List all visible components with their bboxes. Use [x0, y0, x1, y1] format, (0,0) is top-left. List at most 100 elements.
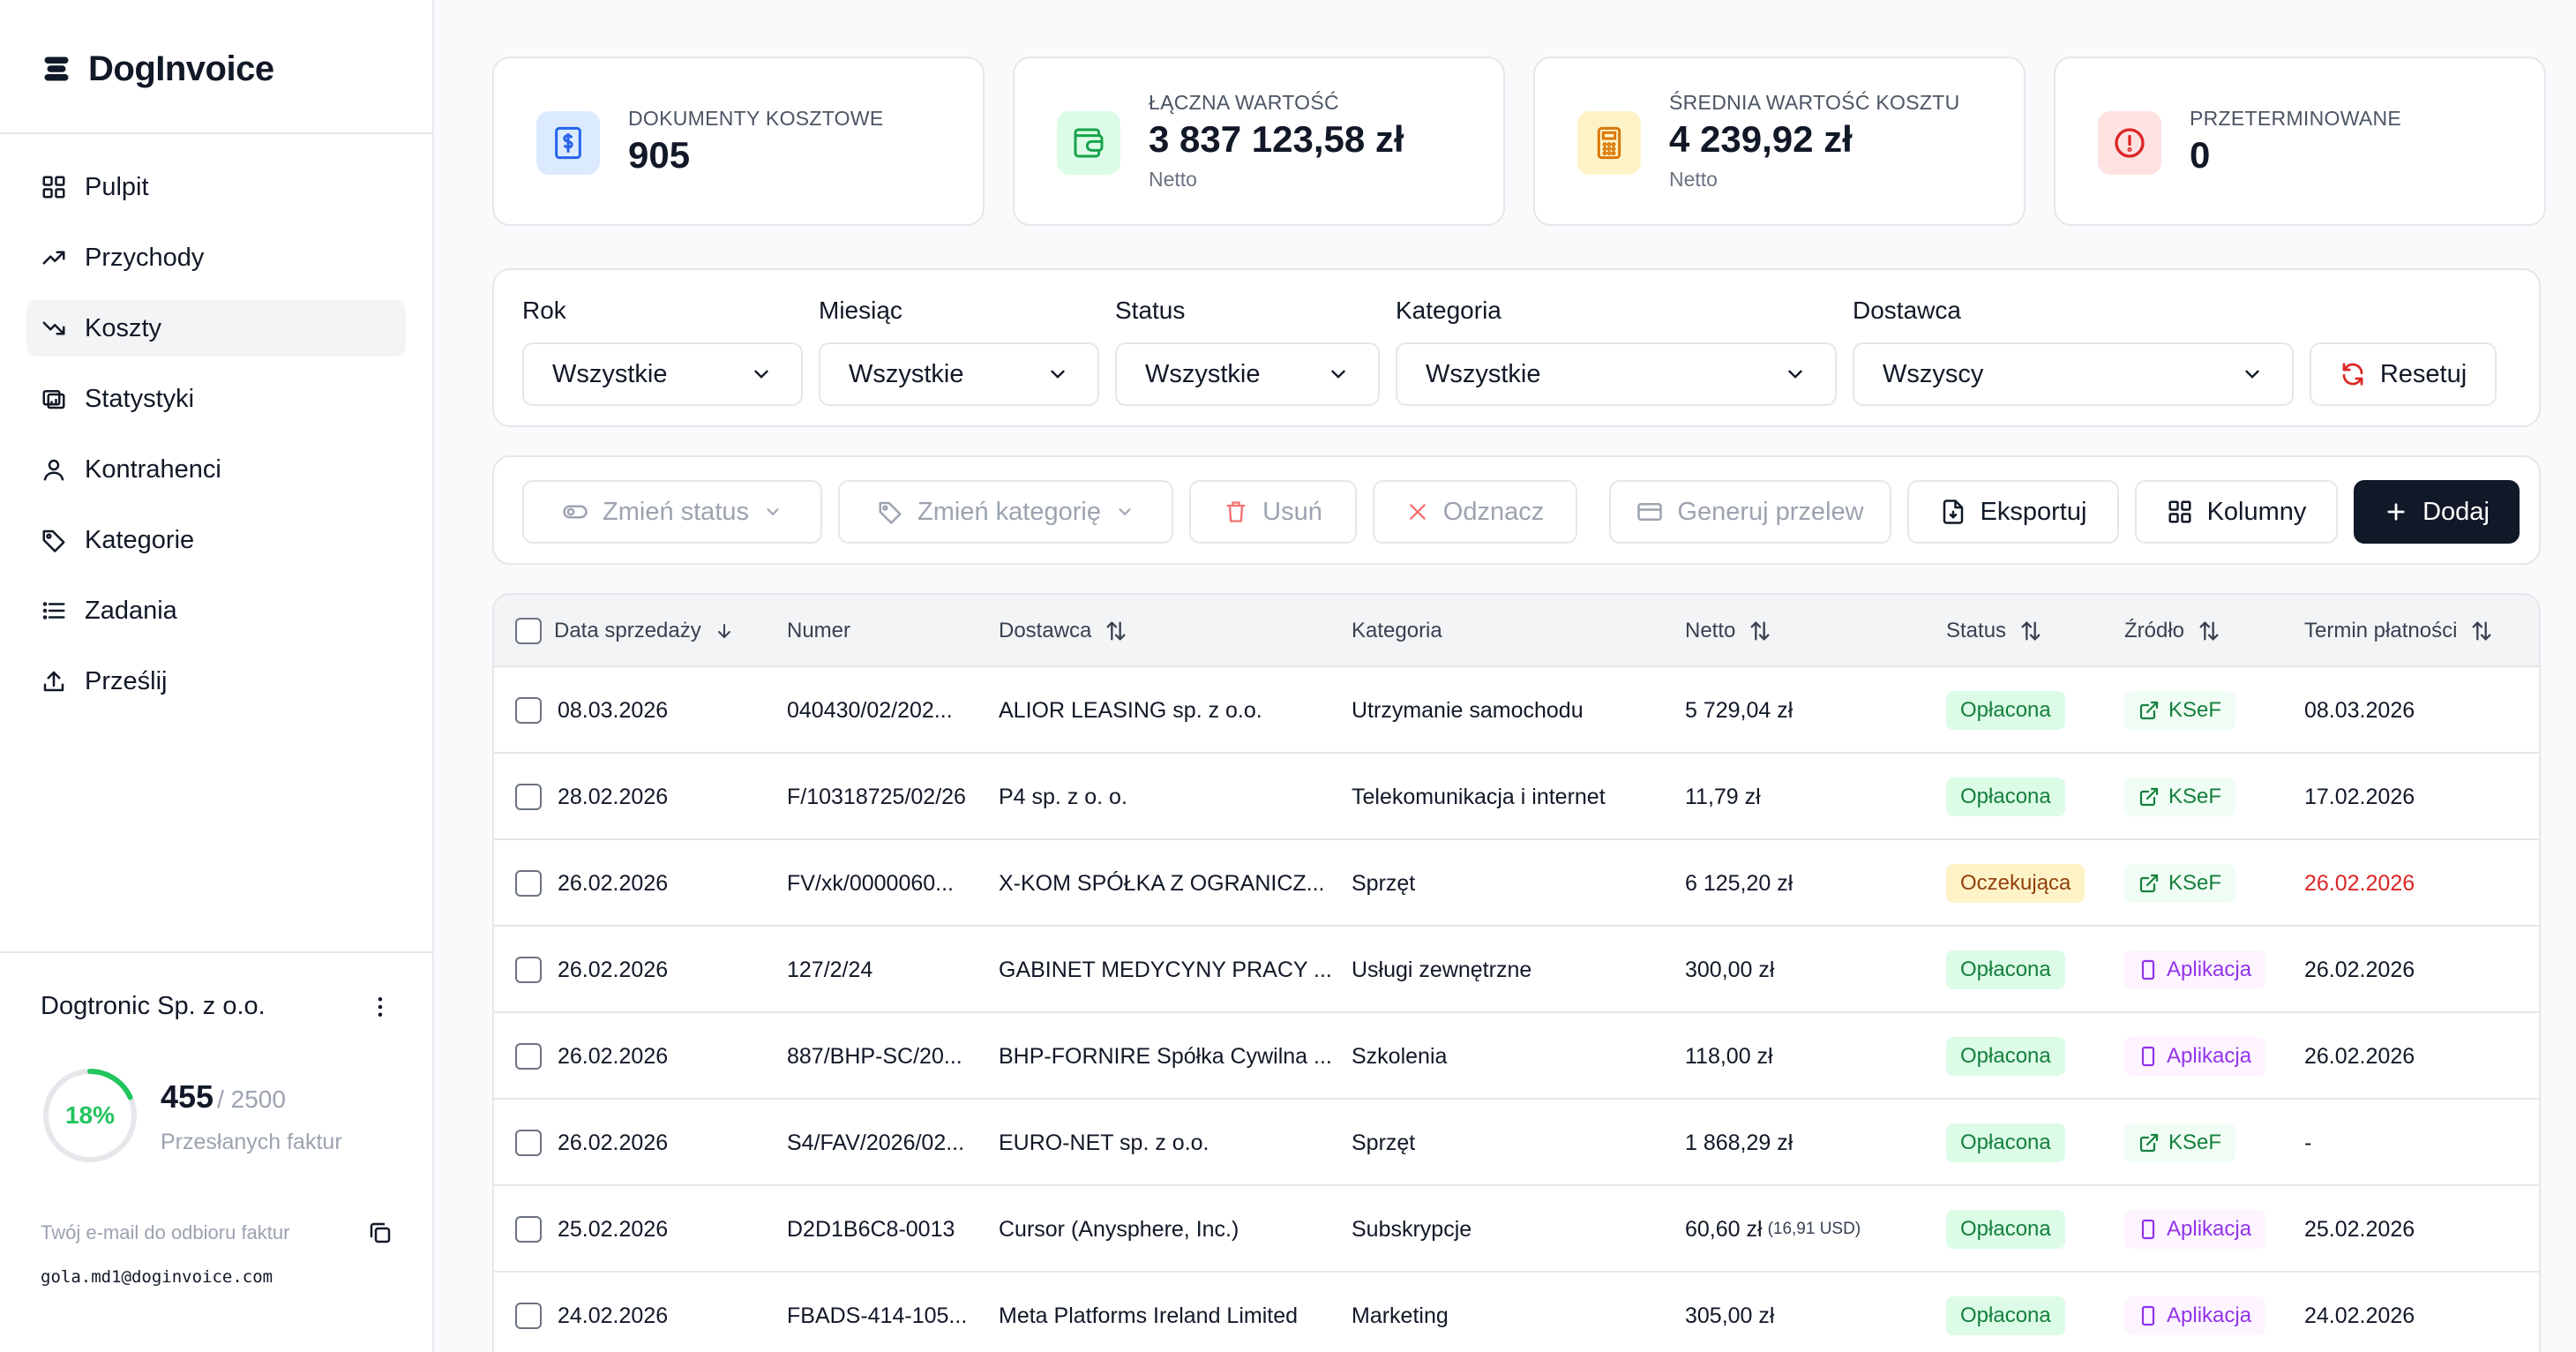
sidebar-nav: Pulpit Przychody Koszty Statystyki Kontr…	[26, 159, 406, 724]
plus-icon	[2387, 503, 2405, 521]
sidebar-item-przychody[interactable]: Przychody	[26, 229, 406, 286]
sidebar-item-pulpit[interactable]: Pulpit	[26, 159, 406, 215]
cell-number[interactable]: F/10318725/02/26	[787, 754, 966, 840]
status-badge[interactable]: Opłacona	[1946, 777, 2065, 816]
category-select[interactable]: Wszystkie	[1396, 342, 1837, 406]
row-checkbox[interactable]	[515, 1303, 542, 1329]
sidebar-item-koszty[interactable]: Koszty	[26, 300, 406, 357]
cell-number[interactable]: 040430/02/202...	[787, 667, 953, 754]
change-category-button[interactable]: Zmień kategorię	[838, 480, 1173, 544]
month-select[interactable]: Wszystkie	[819, 342, 1099, 406]
cell-net: 60,60 zł (16,91 USD)	[1685, 1186, 1861, 1273]
add-button[interactable]: Dodaj	[2354, 480, 2520, 544]
source-badge[interactable]: Aplikacja	[2124, 1037, 2266, 1076]
table-row[interactable]: 26.02.2026 887/BHP-SC/20... BHP-FORNIRE Sp…	[494, 1013, 2539, 1100]
change-status-button[interactable]: Zmień status	[522, 480, 822, 544]
copy-icon[interactable]	[367, 1220, 393, 1246]
sidebar-item-przeslij[interactable]: Prześlij	[26, 653, 406, 710]
sidebar-item-label: Koszty	[85, 313, 162, 342]
status-badge[interactable]: Oczekująca	[1946, 864, 2086, 903]
cell-number[interactable]: FV/xk/0000060...	[787, 840, 954, 927]
table-row[interactable]: 24.02.2026 FBADS-414-105... Meta Platforms…	[494, 1273, 2539, 1352]
cell-number[interactable]: 887/BHP-SC/20...	[787, 1013, 962, 1100]
export-button[interactable]: Eksportuj	[1907, 480, 2119, 544]
cell-supplier: ALIOR LEASING sp. z o.o.	[999, 697, 1262, 723]
sidebar-item-kontrahenci[interactable]: Kontrahenci	[26, 441, 406, 498]
cell-net: 305,00 zł	[1685, 1273, 1774, 1352]
status-badge[interactable]: Opłacona	[1946, 1123, 2065, 1162]
status-badge[interactable]: Opłacona	[1946, 950, 2065, 989]
row-checkbox[interactable]	[515, 1043, 542, 1070]
row-checkbox[interactable]	[515, 784, 542, 810]
supplier-select[interactable]: Wszyscy	[1853, 342, 2294, 406]
row-checkbox[interactable]	[515, 957, 542, 983]
status-badge[interactable]: Opłacona	[1946, 691, 2065, 730]
row-checkbox-cell	[515, 754, 542, 840]
cell-number[interactable]: D2D1B6C8-0013	[787, 1186, 955, 1273]
source-badge[interactable]: Aplikacja	[2124, 1296, 2266, 1335]
source-badge[interactable]: Aplikacja	[2124, 950, 2266, 989]
stat-sub: Netto	[1669, 168, 1718, 191]
header-source[interactable]: Źródło	[2124, 595, 2221, 667]
delete-button[interactable]: Usuń	[1189, 480, 1357, 544]
reset-button[interactable]: Resetuj	[2310, 342, 2497, 406]
row-checkbox[interactable]	[515, 1216, 542, 1243]
source-badge[interactable]: KSeF	[2124, 777, 2236, 816]
deselect-button[interactable]: Odznacz	[1373, 480, 1577, 544]
table-row[interactable]: 25.02.2026 D2D1B6C8-0013 Cursor (Anysphere…	[494, 1186, 2539, 1273]
header-net[interactable]: Netto	[1685, 595, 1772, 667]
cell-date: 24.02.2026	[558, 1303, 669, 1328]
generate-transfer-label: Generuj przelew	[1677, 497, 1864, 526]
usage-percent: 18%	[64, 1101, 116, 1129]
cell-number[interactable]: 127/2/24	[787, 927, 872, 1013]
source-label: KSeF	[2168, 1130, 2222, 1154]
header-status[interactable]: Status	[1946, 595, 2043, 667]
select-all-checkbox[interactable]	[515, 618, 542, 644]
inbox-email: gola.md1@doginvoice.com	[41, 1267, 273, 1287]
net-value: 300,00 zł	[1685, 957, 1775, 982]
source-badge[interactable]: KSeF	[2124, 691, 2236, 730]
source-badge[interactable]: KSeF	[2124, 864, 2236, 903]
row-checkbox[interactable]	[515, 1130, 542, 1156]
status-badge[interactable]: Opłacona	[1946, 1296, 2065, 1335]
table-row[interactable]: 26.02.2026 FV/xk/0000060... X-KOM SPÓŁKA Z…	[494, 840, 2539, 927]
list-icon	[42, 602, 65, 620]
table-row[interactable]: 08.03.2026 040430/02/202... ALIOR LEASING …	[494, 667, 2539, 754]
cell-due: 25.02.2026	[2304, 1216, 2415, 1242]
header-date[interactable]: Data sprzedaży	[515, 595, 735, 667]
source-badge[interactable]: KSeF	[2124, 1123, 2236, 1162]
cell-source: KSeF	[2124, 754, 2236, 840]
row-checkbox[interactable]	[515, 697, 542, 724]
header-supplier[interactable]: Dostawca	[999, 595, 1128, 667]
status-badge[interactable]: Opłacona	[1946, 1210, 2065, 1249]
more-vertical-icon[interactable]	[367, 994, 393, 1020]
brand[interactable]: DogInvoice	[41, 44, 274, 94]
status-badge[interactable]: Opłacona	[1946, 1037, 2065, 1076]
cell-due: 26.02.2026	[2304, 1043, 2415, 1069]
cell-number[interactable]: S4/FAV/2026/02...	[787, 1100, 964, 1186]
stat-text: DOKUMENTY KOSZTOWE 905	[628, 58, 884, 224]
generate-transfer-button[interactable]: Generuj przelew	[1609, 480, 1891, 544]
cell-date: 25.02.2026	[558, 1216, 669, 1242]
net-value: 11,79 zł	[1685, 784, 1761, 809]
cell-category: Subskrypcje	[1352, 1216, 1472, 1242]
columns-button[interactable]: Kolumny	[2135, 480, 2338, 544]
table-row[interactable]: 26.02.2026 127/2/24 GABINET MEDYCYNY PRACY…	[494, 927, 2539, 1013]
net-value: 6 125,20 zł	[1685, 870, 1793, 896]
table-row[interactable]: 28.02.2026 F/10318725/02/26 P4 sp. z o. o.…	[494, 754, 2539, 840]
alert-circle-icon	[2115, 128, 2145, 158]
table-row[interactable]: 26.02.2026 S4/FAV/2026/02... EURO-NET sp. …	[494, 1100, 2539, 1186]
logo-icon	[44, 56, 69, 81]
header-due[interactable]: Termin płatności	[2304, 595, 2494, 667]
reset-button-label: Resetuj	[2379, 359, 2467, 388]
net-value: 118,00 zł	[1685, 1043, 1773, 1069]
sidebar-item-kategorie[interactable]: Kategorie	[26, 512, 406, 568]
usage-total: / 2500	[217, 1085, 286, 1113]
source-badge[interactable]: Aplikacja	[2124, 1210, 2266, 1249]
sidebar-item-statystyki[interactable]: Statystyki	[26, 371, 406, 427]
year-select[interactable]: Wszystkie	[522, 342, 803, 406]
status-select[interactable]: Wszystkie	[1115, 342, 1380, 406]
cell-number[interactable]: FBADS-414-105...	[787, 1273, 967, 1352]
sidebar-item-zadania[interactable]: Zadania	[26, 582, 406, 639]
row-checkbox[interactable]	[515, 870, 542, 897]
